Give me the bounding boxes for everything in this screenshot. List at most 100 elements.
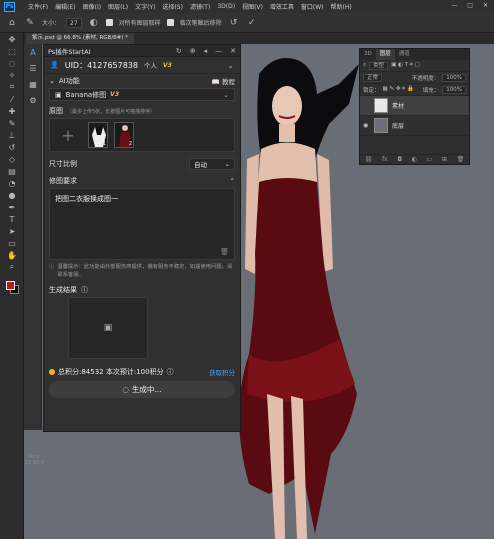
auto-erase-checkbox[interactable] xyxy=(166,19,174,26)
confirm-icon[interactable]: ✓ xyxy=(246,17,258,29)
layer-stack-icon[interactable]: ▦ xyxy=(24,76,42,92)
move-tool-icon[interactable]: ✥ xyxy=(0,33,24,45)
pin-icon[interactable]: ⊕ xyxy=(190,47,196,55)
source-label: 原图 xyxy=(49,107,63,115)
brush-tool-icon[interactable]: ✎ xyxy=(24,17,36,29)
ratio-row: 尺寸比例 自动 ⌄ xyxy=(44,154,240,174)
source-image-section: 原图 （最多上传5张，长按图片可拖拽排序） + 1 2 xyxy=(49,104,235,152)
blend-mode-select[interactable]: 正常 xyxy=(363,73,383,82)
prompt-textarea[interactable]: 把图二衣服换成图一 🗑 xyxy=(49,188,235,260)
image-icon: ▣ xyxy=(55,90,62,99)
maximize-icon[interactable]: □ xyxy=(467,2,473,9)
close-icon[interactable]: ✕ xyxy=(483,2,488,9)
shape-tool-icon[interactable]: ▭ xyxy=(0,237,24,249)
layer-row[interactable]: ◉ 底层 xyxy=(360,116,469,136)
user-info-row[interactable]: 👤 UID：4127657838 个人 V3 ⌄ xyxy=(44,57,240,74)
menu-3d[interactable]: 3D(D) xyxy=(217,3,235,10)
generate-button[interactable]: ◌ 生成中... xyxy=(49,381,235,398)
foreground-color-swatch[interactable] xyxy=(6,281,15,290)
trash-icon[interactable]: 🗑 xyxy=(457,156,465,163)
menu-window[interactable]: 窗口(W) xyxy=(301,2,324,11)
lock-icons[interactable]: ▦ ✎ ✥ ⌗ 🔒 xyxy=(383,86,414,93)
tab-channels[interactable]: 通道 xyxy=(395,49,414,60)
menu-image[interactable]: 图像(I) xyxy=(83,2,101,11)
layer-name: 素材 xyxy=(392,103,405,110)
brush-settings-icon[interactable]: ◐ xyxy=(88,17,100,29)
menu-layer[interactable]: 图层(L) xyxy=(108,2,128,11)
collapse-chevron-icon[interactable]: ⌃ xyxy=(230,177,235,185)
marquee-tool-icon[interactable]: ⬚ xyxy=(0,45,24,57)
type-tool-icon[interactable]: T xyxy=(0,213,24,225)
opacity-input[interactable]: 100% xyxy=(442,73,466,82)
minimize-panel-icon[interactable]: — xyxy=(215,47,222,55)
menu-file[interactable]: 文件(F) xyxy=(28,2,48,11)
size-input[interactable]: 27 xyxy=(66,17,82,28)
model-select[interactable]: ▣ Banana修图 V3 ⌄ xyxy=(49,88,235,101)
menu-select[interactable]: 选择(S) xyxy=(162,2,183,11)
add-image-icon[interactable]: + xyxy=(54,122,82,148)
ai-function-section: ⌄ AI功能 📖 教程 ▣ Banana修图 V3 ⌄ xyxy=(49,74,235,101)
fill-input[interactable]: 100% xyxy=(442,85,466,94)
path-select-icon[interactable]: ➤ xyxy=(0,225,24,237)
document-tab[interactable]: 紫示.psd @ 66.8% (素材, RGB/8#) * xyxy=(26,33,134,44)
layer-row[interactable]: 素材 xyxy=(360,96,469,116)
blur-icon[interactable]: ◔ xyxy=(0,177,24,189)
get-credits-link[interactable]: 获取积分 xyxy=(209,367,235,377)
ratio-select[interactable]: 自动 ⌄ xyxy=(189,158,235,170)
tab-layers[interactable]: 图层 xyxy=(375,49,395,60)
lasso-tool-icon[interactable]: ◌ xyxy=(0,57,24,69)
back-icon[interactable]: ◂ xyxy=(204,47,208,55)
collapse-chevron-icon[interactable]: ⌄ xyxy=(49,77,55,85)
crop-tool-icon[interactable]: ⌗ xyxy=(0,81,24,93)
plugin-logo-icon[interactable]: A xyxy=(24,44,42,60)
undo-icon[interactable]: ↺ xyxy=(228,17,240,29)
hand-tool-icon[interactable]: ✋ xyxy=(0,249,24,261)
source-thumbnail[interactable]: 2 xyxy=(114,122,134,148)
trash-icon[interactable]: 🗑 xyxy=(220,248,229,256)
menu-help[interactable]: 帮助(H) xyxy=(331,2,352,11)
close-panel-icon[interactable]: ✕ xyxy=(230,47,236,55)
gradient-icon[interactable]: ▤ xyxy=(0,165,24,177)
eraser-icon[interactable]: ◇ xyxy=(0,153,24,165)
healing-brush-icon[interactable]: ✚ xyxy=(0,105,24,117)
fx-icon[interactable]: fx xyxy=(382,156,388,163)
eye-icon[interactable]: ◉ xyxy=(363,122,370,129)
menu-plugins[interactable]: 增效工具 xyxy=(270,2,294,11)
history-brush-icon[interactable]: ↺ xyxy=(0,141,24,153)
menu-view[interactable]: 视图(V) xyxy=(242,2,263,11)
sample-all-layers-checkbox[interactable] xyxy=(105,19,113,26)
refresh-icon[interactable]: ↻ xyxy=(176,47,182,55)
quick-select-icon[interactable]: ✧ xyxy=(0,69,24,81)
menu-edit[interactable]: 编辑(E) xyxy=(55,2,75,11)
new-layer-icon[interactable]: ⊞ xyxy=(442,156,447,163)
plugin-settings-icon[interactable]: ⚙ xyxy=(24,92,42,108)
home-icon[interactable]: ⌂ xyxy=(6,17,18,29)
adjustment-icon[interactable]: ◐ xyxy=(412,156,417,163)
filter-icons[interactable]: ▣ ◐ T ⌗ ▢ xyxy=(391,62,420,69)
filter-type-select[interactable]: 类型 xyxy=(369,61,389,70)
menu-type[interactable]: 文字(Y) xyxy=(135,2,155,11)
user-avatar-icon: 👤 xyxy=(50,61,59,69)
lock-row: 锁定： ▦ ✎ ✥ ⌗ 🔒 填充： 100% xyxy=(360,84,469,96)
panel-toggle-icon[interactable]: ☰ xyxy=(24,60,42,76)
lock-label: 锁定： xyxy=(363,87,380,94)
tab-3d[interactable]: 3D xyxy=(360,49,376,60)
menu-filter[interactable]: 滤镜(T) xyxy=(190,2,210,11)
link-icon[interactable]: ⛓ xyxy=(365,156,373,163)
image-upload-area[interactable]: + 1 2 xyxy=(49,118,235,152)
chevron-down-icon[interactable]: ⌄ xyxy=(227,61,234,70)
eyedropper-icon[interactable]: ⁄ xyxy=(0,93,24,105)
dodge-icon[interactable]: ● xyxy=(0,189,24,201)
zoom-tool-icon[interactable]: ⌕ xyxy=(0,261,24,273)
account-tier: 个人 xyxy=(144,62,157,70)
pen-tool-icon[interactable]: ✒ xyxy=(0,201,24,213)
folder-icon[interactable]: ▭ xyxy=(427,156,433,163)
mask-icon[interactable]: ◘ xyxy=(397,156,402,163)
stamp-icon[interactable]: ⊥ xyxy=(0,129,24,141)
brush-icon[interactable]: ✎ xyxy=(0,117,24,129)
result-preview[interactable]: ▣ xyxy=(68,297,148,359)
tutorial-link[interactable]: 📖 教程 xyxy=(212,76,235,86)
uid-text: UID：4127657838 xyxy=(64,60,138,70)
source-thumbnail[interactable]: 1 xyxy=(88,122,108,148)
minimize-icon[interactable]: — xyxy=(451,2,457,9)
